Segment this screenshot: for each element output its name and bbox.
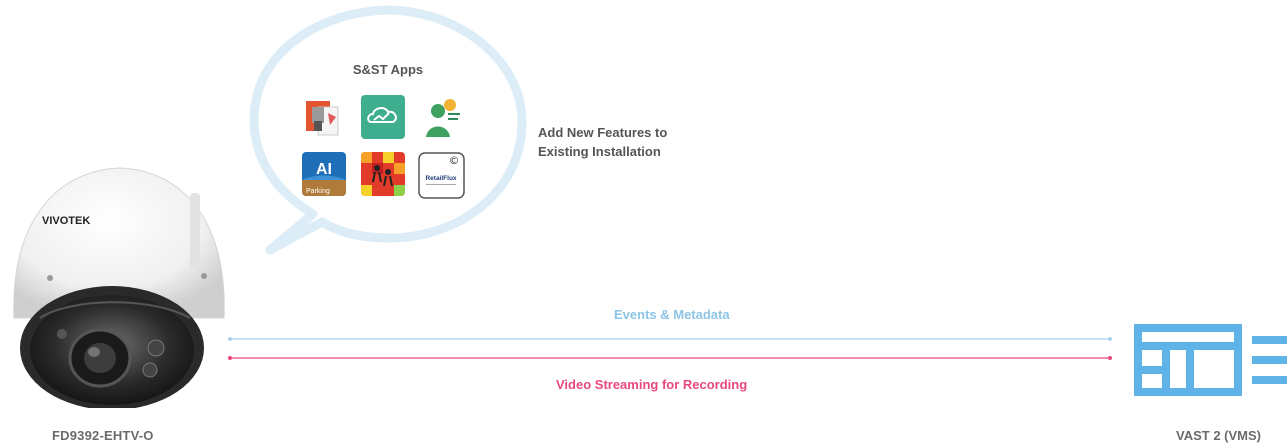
apps-title: S&ST Apps <box>352 62 424 77</box>
person-chart-app-icon <box>420 95 464 139</box>
svg-text:AI: AI <box>316 161 332 178</box>
events-metadata-line <box>228 337 1112 341</box>
camera-image: VIVOTEK <box>13 167 225 408</box>
vms-window-icon <box>1134 324 1287 396</box>
features-description: Add New Features to Existing Installatio… <box>538 123 758 161</box>
svg-text:©: © <box>449 154 460 167</box>
fire-extinguisher-app-icon <box>302 95 346 139</box>
heatmap-people-app-icon <box>361 152 405 196</box>
camera-brand-logo: VIVOTEK <box>42 215 90 227</box>
svg-text:RetailFlux: RetailFlux <box>425 175 456 182</box>
features-line-1: Add New Features to <box>538 125 668 140</box>
svg-text:Parking: Parking <box>306 188 330 195</box>
vms-label: VAST 2 (VMS) <box>1176 428 1261 443</box>
video-streaming-line <box>228 356 1112 360</box>
video-streaming-label: Video Streaming for Recording <box>556 377 748 392</box>
retailflux-app-icon: © RetailFlux <box>418 152 465 199</box>
svg-text:VIVOTEK: VIVOTEK <box>42 215 90 227</box>
camera-model-label: FD9392-EHTV-O <box>52 428 154 443</box>
ai-parking-app-icon: AI Parking <box>302 152 346 196</box>
features-line-2: Existing Installation <box>538 144 661 159</box>
events-metadata-label: Events & Metadata <box>614 307 730 322</box>
cloud-graph-app-icon <box>361 95 405 139</box>
